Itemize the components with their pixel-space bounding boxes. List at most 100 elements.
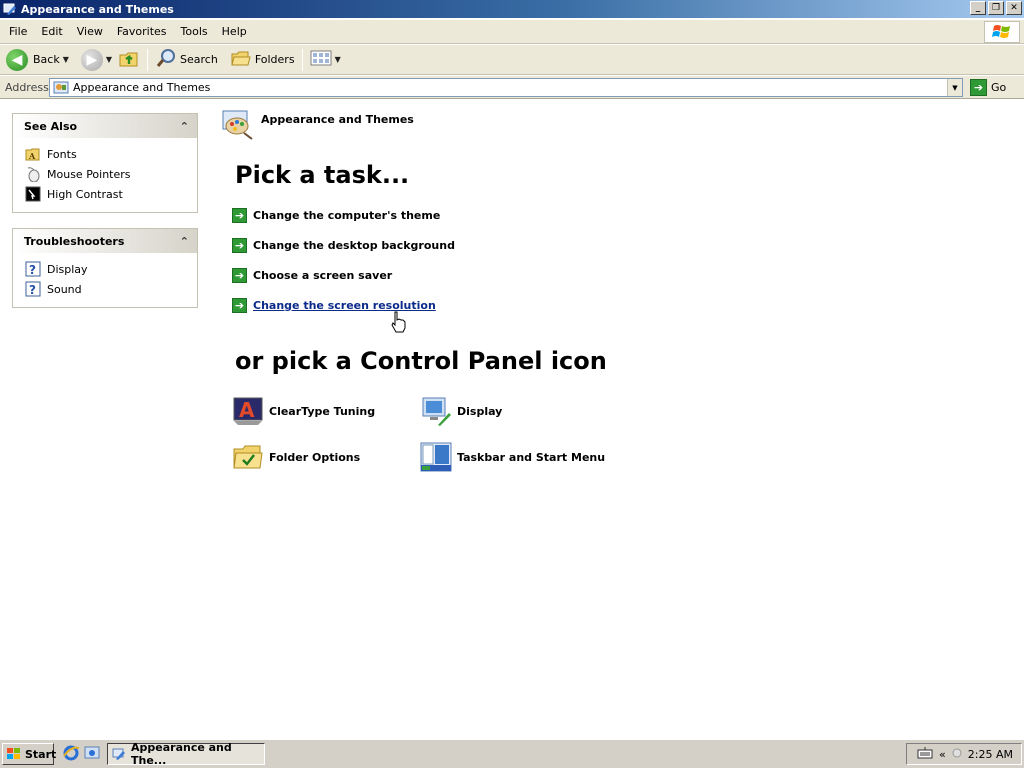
- folders-button[interactable]: Folders: [227, 47, 298, 73]
- mouse-icon: [25, 166, 41, 183]
- taskbar-start-menu-label: Taskbar and Start Menu: [457, 450, 606, 464]
- see-also-mouse-pointers[interactable]: Mouse Pointers: [25, 164, 197, 184]
- troubleshooter-sound[interactable]: ? Sound: [25, 279, 197, 299]
- menu-favorites[interactable]: Favorites: [110, 25, 174, 38]
- views-icon: [310, 49, 332, 70]
- appearance-themes-icon: [220, 107, 254, 144]
- views-dropdown-icon[interactable]: ▼: [335, 55, 341, 64]
- cleartype-icon: A: [232, 395, 264, 427]
- internet-explorer-icon[interactable]: [62, 744, 80, 765]
- display-icon: [420, 395, 452, 427]
- folder-options-label: Folder Options: [269, 450, 361, 464]
- minimize-button[interactable]: _: [970, 1, 986, 15]
- see-also-mouse-pointers-label: Mouse Pointers: [47, 167, 131, 181]
- window-icon: [112, 747, 126, 761]
- toolbar-separator: [301, 48, 303, 71]
- search-button[interactable]: Search: [152, 47, 221, 73]
- forward-dropdown-icon[interactable]: ▼: [106, 55, 112, 64]
- svg-text:?: ?: [29, 283, 36, 297]
- green-arrow-icon: ➔: [232, 298, 247, 313]
- menu-help[interactable]: Help: [215, 25, 254, 38]
- task-change-desktop-background[interactable]: ➔ Change the desktop background: [232, 238, 455, 253]
- windows-logo-icon: [984, 21, 1020, 43]
- folder-up-icon: [118, 47, 140, 72]
- title-bar[interactable]: Appearance and Themes _ ❐ ✕: [0, 0, 1024, 18]
- high-contrast-icon: [25, 186, 41, 202]
- taskbar-window-label: Appearance and The...: [131, 741, 232, 767]
- back-dropdown-icon[interactable]: ▼: [63, 55, 69, 64]
- go-arrow-icon: ➔: [970, 79, 987, 96]
- menu-edit[interactable]: Edit: [34, 25, 69, 38]
- address-dropdown-icon[interactable]: ▼: [947, 79, 962, 96]
- task-label: Change the screen resolution: [253, 299, 436, 312]
- folders-icon: [230, 48, 252, 71]
- taskbar-window-button[interactable]: Appearance and The...: [107, 741, 265, 767]
- task-label: Change the desktop background: [253, 239, 455, 252]
- help-icon: ?: [25, 261, 41, 277]
- menu-bar: File Edit View Favorites Tools Help: [0, 20, 1024, 44]
- category-header: Appearance and Themes: [220, 107, 414, 144]
- system-tray: « 2:25 AM: [906, 743, 1022, 765]
- menu-view[interactable]: View: [70, 25, 110, 38]
- icon-taskbar-start-menu[interactable]: Taskbar and Start Menu: [420, 441, 605, 473]
- restore-button[interactable]: ❐: [988, 1, 1004, 15]
- volume-icon[interactable]: [952, 746, 962, 763]
- go-button[interactable]: ➔ Go: [970, 78, 1006, 97]
- up-folder-button[interactable]: [115, 47, 143, 73]
- menu-file[interactable]: File: [0, 25, 34, 38]
- collapse-chevron-icon[interactable]: ⌃: [180, 120, 189, 133]
- views-button[interactable]: ▼: [307, 47, 344, 73]
- cleartype-label: ClearType Tuning: [269, 404, 376, 418]
- search-icon: [155, 47, 177, 72]
- see-also-high-contrast[interactable]: High Contrast: [25, 184, 197, 204]
- task-choose-screen-saver[interactable]: ➔ Choose a screen saver: [232, 268, 392, 283]
- svg-text:A: A: [28, 151, 36, 161]
- toolbar: ◀ Back ▼ ▶ ▼ Search Folders ▼: [0, 45, 1024, 75]
- clock[interactable]: 2:25 AM: [968, 748, 1013, 761]
- hand-cursor-icon: [390, 311, 408, 336]
- see-also-panel: See Also ⌃ A Fonts Mouse Pointers High C…: [12, 113, 198, 213]
- search-label: Search: [180, 53, 218, 66]
- address-input[interactable]: Appearance and Themes ▼: [49, 78, 963, 97]
- window-icon: [3, 2, 17, 16]
- troubleshooter-display-label: Display: [47, 262, 88, 276]
- windows-flag-icon: [6, 747, 22, 761]
- icon-cleartype-tuning[interactable]: A ClearType Tuning: [232, 395, 375, 427]
- taskbar: Start Appearance and The... « 2:25 AM: [0, 739, 1024, 768]
- icon-display[interactable]: Display: [420, 395, 502, 427]
- troubleshooters-title: Troubleshooters: [24, 234, 125, 248]
- show-desktop-icon[interactable]: [83, 744, 101, 765]
- display-label: Display: [457, 404, 503, 418]
- troubleshooters-header[interactable]: Troubleshooters ⌃: [13, 229, 197, 253]
- see-also-fonts[interactable]: A Fonts: [25, 144, 197, 164]
- green-arrow-icon: ➔: [232, 268, 247, 283]
- taskbar-start-menu-icon: [420, 441, 452, 473]
- toolbar-separator: [147, 48, 149, 71]
- green-arrow-icon: ➔: [232, 208, 247, 223]
- forward-arrow-icon: ▶: [80, 48, 103, 71]
- tray-expand-chevron[interactable]: «: [939, 748, 946, 761]
- folders-label: Folders: [254, 53, 295, 66]
- see-also-fonts-label: Fonts: [47, 147, 77, 161]
- address-label: Address: [5, 80, 49, 94]
- task-label: Change the computer's theme: [253, 209, 441, 222]
- troubleshooter-display[interactable]: ? Display: [25, 259, 197, 279]
- menu-tools[interactable]: Tools: [174, 25, 215, 38]
- svg-text:A: A: [239, 398, 255, 422]
- icon-folder-options[interactable]: Folder Options: [232, 441, 360, 473]
- back-label: Back: [33, 53, 60, 66]
- see-also-title: See Also: [24, 119, 78, 133]
- fonts-folder-icon: A: [25, 146, 41, 162]
- help-icon: ?: [25, 281, 41, 297]
- close-button[interactable]: ✕: [1006, 1, 1022, 15]
- folder-options-icon: [232, 441, 264, 473]
- quick-launch: [62, 744, 101, 765]
- troubleshooters-panel: Troubleshooters ⌃ ? Display ? Sound: [12, 228, 198, 308]
- task-change-theme[interactable]: ➔ Change the computer's theme: [232, 208, 440, 223]
- start-button[interactable]: Start: [2, 743, 56, 765]
- collapse-chevron-icon[interactable]: ⌃: [180, 235, 189, 248]
- back-button[interactable]: ◀ Back ▼: [3, 47, 72, 73]
- forward-button[interactable]: ▶ ▼: [78, 47, 115, 73]
- see-also-header[interactable]: See Also ⌃: [13, 114, 197, 138]
- keyboard-icon[interactable]: [917, 746, 933, 763]
